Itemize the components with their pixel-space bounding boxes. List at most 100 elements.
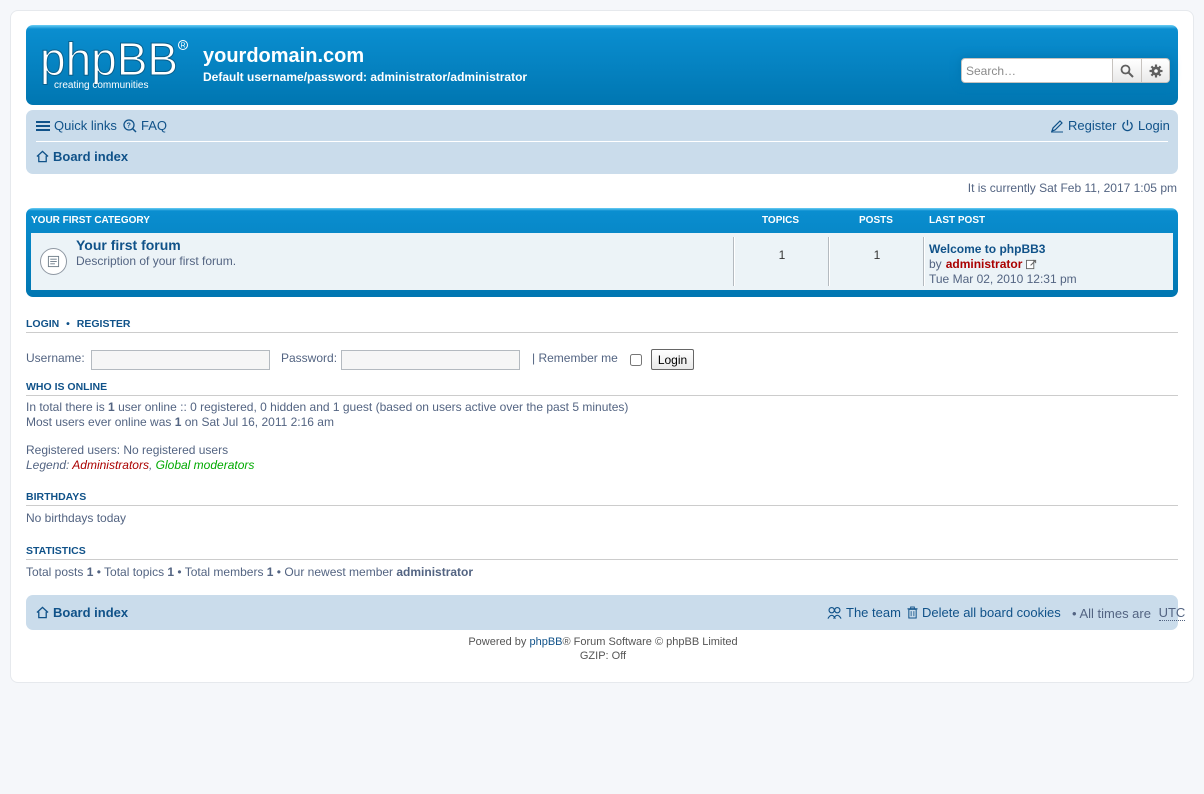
faq-label: FAQ <box>141 118 168 133</box>
heading-separator: • <box>66 318 70 330</box>
search-box <box>961 58 1170 83</box>
powered-by-line: Powered by phpBB® Forum Software © phpBB… <box>11 635 1195 649</box>
the-team-label: The team <box>846 605 901 620</box>
home-icon <box>36 606 49 619</box>
username-label: Username: <box>26 351 85 365</box>
forum-row: Your first forum Description of your fir… <box>31 233 1173 290</box>
logo-tagline: creating communities <box>54 80 148 91</box>
pencil-icon <box>1051 119 1063 132</box>
gzip-status: GZIP: Off <box>579 650 627 662</box>
total-members-label: • Total members <box>174 565 267 579</box>
column-divider <box>924 237 925 286</box>
question-icon: ? <box>123 118 137 133</box>
site-description: Default username/password: administrator… <box>203 70 528 84</box>
page-wrapper: phpBB R creating communities yourdomain.… <box>10 10 1194 683</box>
online-total-text: In total there is <box>26 400 109 414</box>
last-post-byline: by administrator <box>929 257 1037 271</box>
register-link[interactable]: Register <box>1050 118 1116 133</box>
register-heading-link[interactable]: Register <box>77 318 131 330</box>
breadcrumb-board-index[interactable]: Board index <box>36 149 128 164</box>
delete-cookies-link[interactable]: Delete all board cookies <box>907 605 1061 620</box>
login-button[interactable]: Login <box>651 349 694 370</box>
username-field[interactable] <box>91 350 270 370</box>
faq-link[interactable]: ? FAQ <box>123 118 167 133</box>
phpbb-logo[interactable]: phpBB R creating communities <box>40 37 190 93</box>
logo-text: phpBB <box>40 37 178 85</box>
most-users-line: Most users ever online was 1 on Sat Jul … <box>26 415 334 429</box>
timezone-label: • All times are <box>1072 605 1155 621</box>
legend-line: Legend: Administrators, Global moderator… <box>26 458 254 472</box>
view-latest-post-icon[interactable] <box>1026 259 1037 270</box>
copyright-footer: Powered by phpBB® Forum Software © phpBB… <box>11 635 1195 663</box>
svg-text:?: ? <box>127 122 131 129</box>
category-title[interactable]: Your first category <box>31 215 150 226</box>
forum-description: Description of your first forum. <box>76 254 237 268</box>
home-icon <box>36 150 49 163</box>
forum-title-link[interactable]: Your first forum <box>76 237 181 253</box>
online-total-count: 1 <box>108 400 115 414</box>
online-total-line: In total there is 1 user online :: 0 reg… <box>26 400 628 414</box>
gear-icon <box>1149 64 1162 77</box>
birthdays-text: No birthdays today <box>26 511 127 525</box>
birthdays-heading: Birthdays <box>26 491 1178 506</box>
login-label: Login <box>1138 118 1170 133</box>
search-button[interactable] <box>1113 59 1141 82</box>
posts-column-header: Posts <box>859 215 893 226</box>
online-total-detail: user online :: 0 registered, 0 hidden an… <box>114 400 629 414</box>
quick-links-label: Quick links <box>54 118 117 133</box>
login-heading-link[interactable]: Login <box>26 318 59 330</box>
statistics-heading: Statistics <box>26 545 1178 560</box>
phpbb-link[interactable]: phpBB <box>529 636 562 648</box>
legend-label: Legend: <box>26 458 70 472</box>
most-users-date: on Sat Jul 16, 2011 2:16 am <box>181 415 334 429</box>
navbar: Quick links ? FAQ Register Login Board i… <box>26 110 1178 174</box>
statistics-line: Total posts 1 • Total topics 1 • Total m… <box>26 565 473 579</box>
password-field[interactable] <box>341 350 520 370</box>
site-header: phpBB R creating communities yourdomain.… <box>26 25 1178 105</box>
current-time: It is currently Sat Feb 11, 2017 1:05 pm <box>967 181 1177 195</box>
the-team-link[interactable]: The team <box>827 605 901 620</box>
power-icon <box>1122 119 1133 132</box>
advanced-search-button[interactable] <box>1141 59 1169 82</box>
total-topics-label: • Total topics <box>93 565 168 579</box>
login-link[interactable]: Login <box>1121 118 1170 133</box>
delete-cookies-label: Delete all board cookies <box>922 605 1061 620</box>
most-users-text: Most users ever online was <box>26 415 175 429</box>
last-post-title-link[interactable]: Welcome to phpBB3 <box>929 242 1045 256</box>
team-icon <box>827 606 842 619</box>
last-post-author-link[interactable]: administrator <box>946 257 1023 271</box>
quick-links-menu[interactable]: Quick links <box>36 118 117 133</box>
forum-read-icon <box>40 248 67 275</box>
legend-comma: , <box>148 458 153 472</box>
forum-topics-count: 1 <box>778 248 786 262</box>
newest-member-label: • Our newest member <box>273 565 397 579</box>
footer-board-index-label: Board index <box>53 605 129 620</box>
search-input[interactable] <box>962 59 1113 82</box>
timezone-value: UTC <box>1158 605 1186 621</box>
navbar-divider <box>36 141 1168 142</box>
password-label: Password: <box>281 351 338 365</box>
who-is-online-heading[interactable]: Who is online <box>26 381 1178 396</box>
last-post-by-label: by <box>929 257 942 271</box>
trash-icon <box>907 606 918 619</box>
registered-users-line: Registered users: No registered users <box>26 443 229 457</box>
login-section-heading: Login • Register <box>26 318 1178 333</box>
register-label: Register <box>1068 118 1117 133</box>
last-post-column-header: Last post <box>929 215 986 226</box>
legend-administrators-link[interactable]: Administrators <box>72 458 149 472</box>
forum-category-table: Your first category Topics Posts Last po… <box>26 208 1178 297</box>
newest-member-link[interactable]: administrator <box>396 565 473 579</box>
last-post-date: Tue Mar 02, 2010 12:31 pm <box>929 272 1077 286</box>
powered-by-text: Powered by <box>468 636 530 648</box>
powered-by-rest: ® Forum Software © phpBB Limited <box>562 636 738 648</box>
search-icon <box>1120 64 1134 78</box>
breadcrumb-label: Board index <box>53 149 129 164</box>
legend-global-moderators-link[interactable]: Global moderators <box>156 458 255 472</box>
forum-posts-count: 1 <box>873 248 881 262</box>
remember-me-checkbox[interactable] <box>630 354 642 366</box>
site-title: yourdomain.com <box>203 45 365 67</box>
remember-me-label: | Remember me <box>532 351 618 365</box>
total-posts-label: Total posts <box>26 565 87 579</box>
topics-column-header: Topics <box>762 215 800 226</box>
footer-board-index-link[interactable]: Board index <box>36 605 128 620</box>
